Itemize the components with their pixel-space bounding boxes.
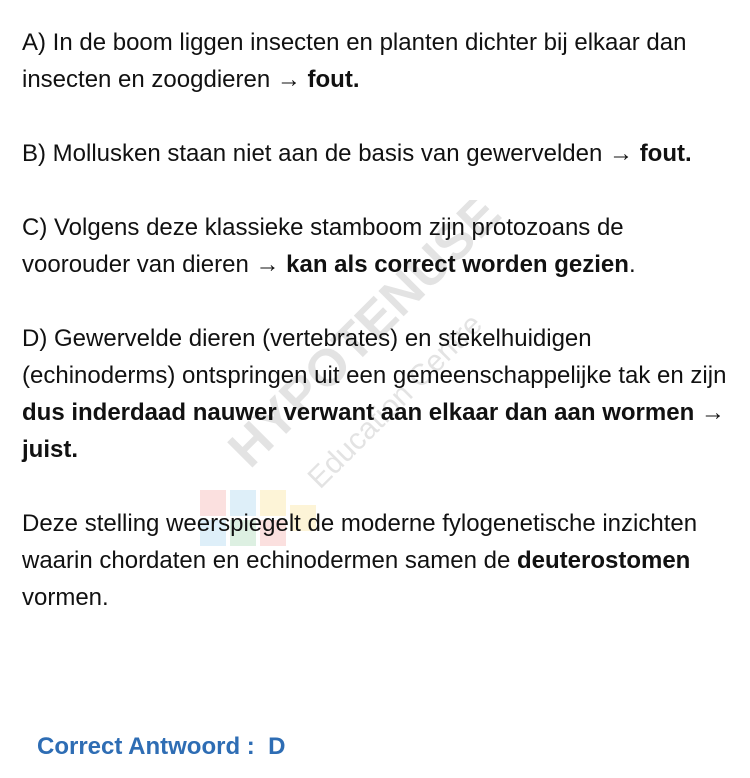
option-d-paragraph: D) Gewervelde dieren (vertebrates) en st… <box>22 320 737 468</box>
option-c-tail: . <box>628 251 636 278</box>
option-d-text: D) Gewervelde dieren (vertebrates) en st… <box>22 325 727 389</box>
option-b-verdict: fout. <box>639 140 692 167</box>
option-d-verdict: dus inderdaad nauwer verwant aan elkaar … <box>22 399 725 463</box>
option-b-text: B) Mollusken staan niet aan de basis van… <box>22 140 640 167</box>
explanation-tail: vormen. <box>22 584 109 611</box>
option-c-paragraph: C) Volgens deze klassieke stamboom zijn … <box>22 209 737 283</box>
explanation-bold: deuterostomen <box>516 547 691 574</box>
answer-explanation: A) In de boom liggen insecten en planten… <box>22 24 737 616</box>
correct-answer: Correct Antwoord : D <box>37 733 286 760</box>
explanation-paragraph: Deze stelling weerspiegelt de moderne fy… <box>22 505 737 616</box>
option-a-verdict: fout. <box>307 66 360 93</box>
option-b-paragraph: B) Mollusken staan niet aan de basis van… <box>22 135 737 172</box>
option-c-verdict: kan als correct worden gezien <box>286 251 629 278</box>
option-a-paragraph: A) In de boom liggen insecten en planten… <box>22 24 737 98</box>
